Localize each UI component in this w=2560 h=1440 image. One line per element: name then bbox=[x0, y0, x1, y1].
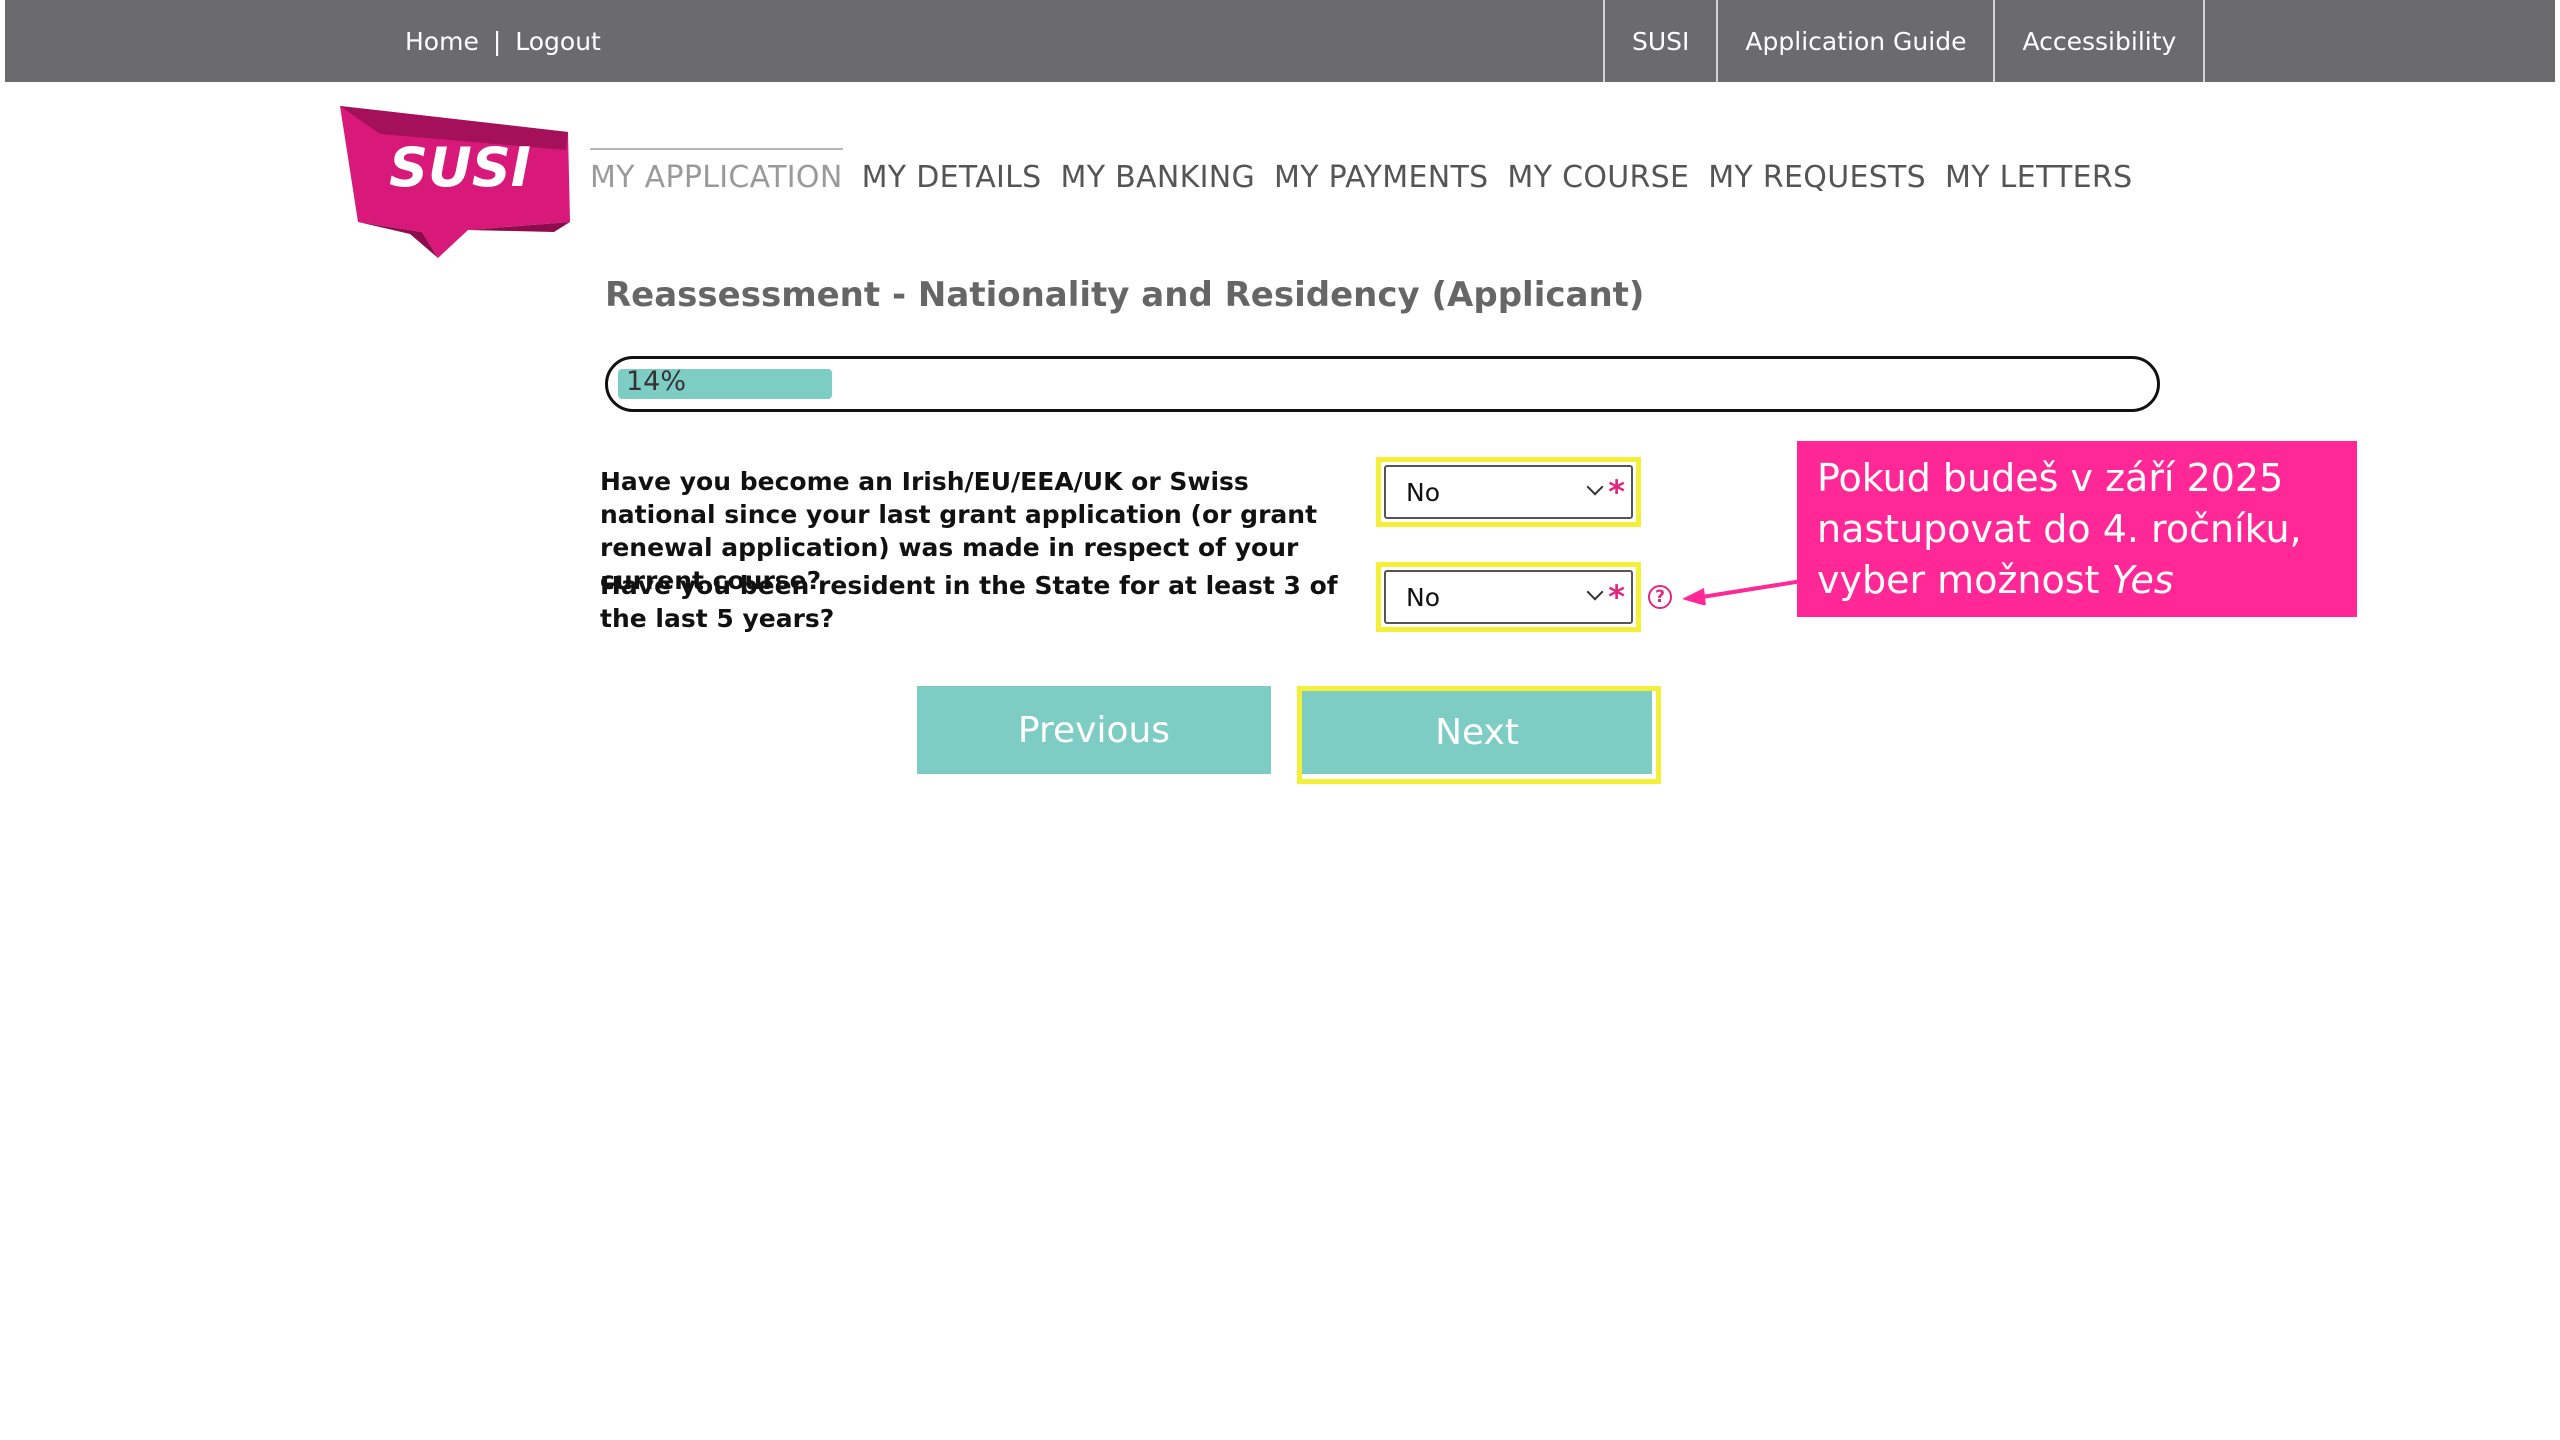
tab-my-payments[interactable]: MY PAYMENTS bbox=[1274, 160, 1488, 195]
callout-line-3-prefix: vyber možnost bbox=[1817, 558, 2112, 602]
arrow-left-icon bbox=[1682, 579, 1803, 606]
required-asterisk-icon: * bbox=[1608, 578, 1625, 616]
residency-select[interactable]: No * bbox=[1384, 570, 1633, 624]
nationality-select-value: No bbox=[1406, 477, 1440, 507]
callout-line-3: vyber možnost Yes bbox=[1817, 555, 2337, 606]
tab-my-banking[interactable]: MY BANKING bbox=[1061, 160, 1256, 195]
tab-my-details[interactable]: MY DETAILS bbox=[862, 160, 1042, 195]
tab-my-course[interactable]: MY COURSE bbox=[1507, 160, 1689, 195]
chevron-down-icon bbox=[1586, 583, 1604, 601]
help-icon[interactable]: ? bbox=[1648, 585, 1672, 609]
accessibility-link[interactable]: Accessibility bbox=[1993, 0, 2206, 82]
susi-link[interactable]: SUSI bbox=[1603, 0, 1716, 82]
progress-label: 14% bbox=[626, 366, 687, 397]
next-button[interactable]: Next bbox=[1302, 691, 1652, 774]
tab-my-application[interactable]: MY APPLICATION bbox=[590, 148, 843, 195]
top-left-links: Home | Logout bbox=[405, 0, 601, 82]
tab-my-requests[interactable]: MY REQUESTS bbox=[1708, 160, 1926, 195]
callout-emphasis: Yes bbox=[2111, 558, 2174, 602]
home-link[interactable]: Home bbox=[405, 27, 479, 56]
callout-line-1: Pokud budeš v září 2025 bbox=[1817, 456, 2284, 500]
previous-button[interactable]: Previous bbox=[917, 686, 1271, 774]
susi-logo[interactable]: SUSI bbox=[340, 104, 575, 258]
link-separator: | bbox=[492, 26, 502, 56]
page-title: Reassessment - Nationality and Residency… bbox=[605, 275, 1645, 315]
annotation-callout: Pokud budeš v září 2025 nastupovat do 4.… bbox=[1797, 441, 2357, 617]
callout-arrow bbox=[1680, 575, 1805, 606]
residency-select-value: No bbox=[1406, 582, 1440, 612]
progress-bar: 14% bbox=[605, 356, 2160, 412]
main-tabs: MY APPLICATION MY DETAILS MY BANKING MY … bbox=[590, 148, 2151, 195]
logout-link[interactable]: Logout bbox=[515, 27, 601, 56]
nationality-select[interactable]: No * bbox=[1384, 465, 1633, 519]
susi-logo-graphic: SUSI bbox=[340, 106, 570, 258]
logo-text: SUSI bbox=[389, 136, 531, 199]
required-asterisk-icon: * bbox=[1608, 473, 1625, 511]
top-navigation-bar: Home | Logout SUSI Application Guide Acc… bbox=[5, 0, 2555, 82]
tab-my-letters[interactable]: MY LETTERS bbox=[1945, 160, 2132, 195]
top-right-links: SUSI Application Guide Accessibility bbox=[1603, 0, 2206, 82]
chevron-down-icon bbox=[1586, 478, 1604, 496]
application-guide-link[interactable]: Application Guide bbox=[1716, 0, 1993, 82]
callout-line-2: nastupovat do 4. ročníku, bbox=[1817, 507, 2302, 551]
question-residency: Have you been resident in the State for … bbox=[600, 571, 1338, 633]
